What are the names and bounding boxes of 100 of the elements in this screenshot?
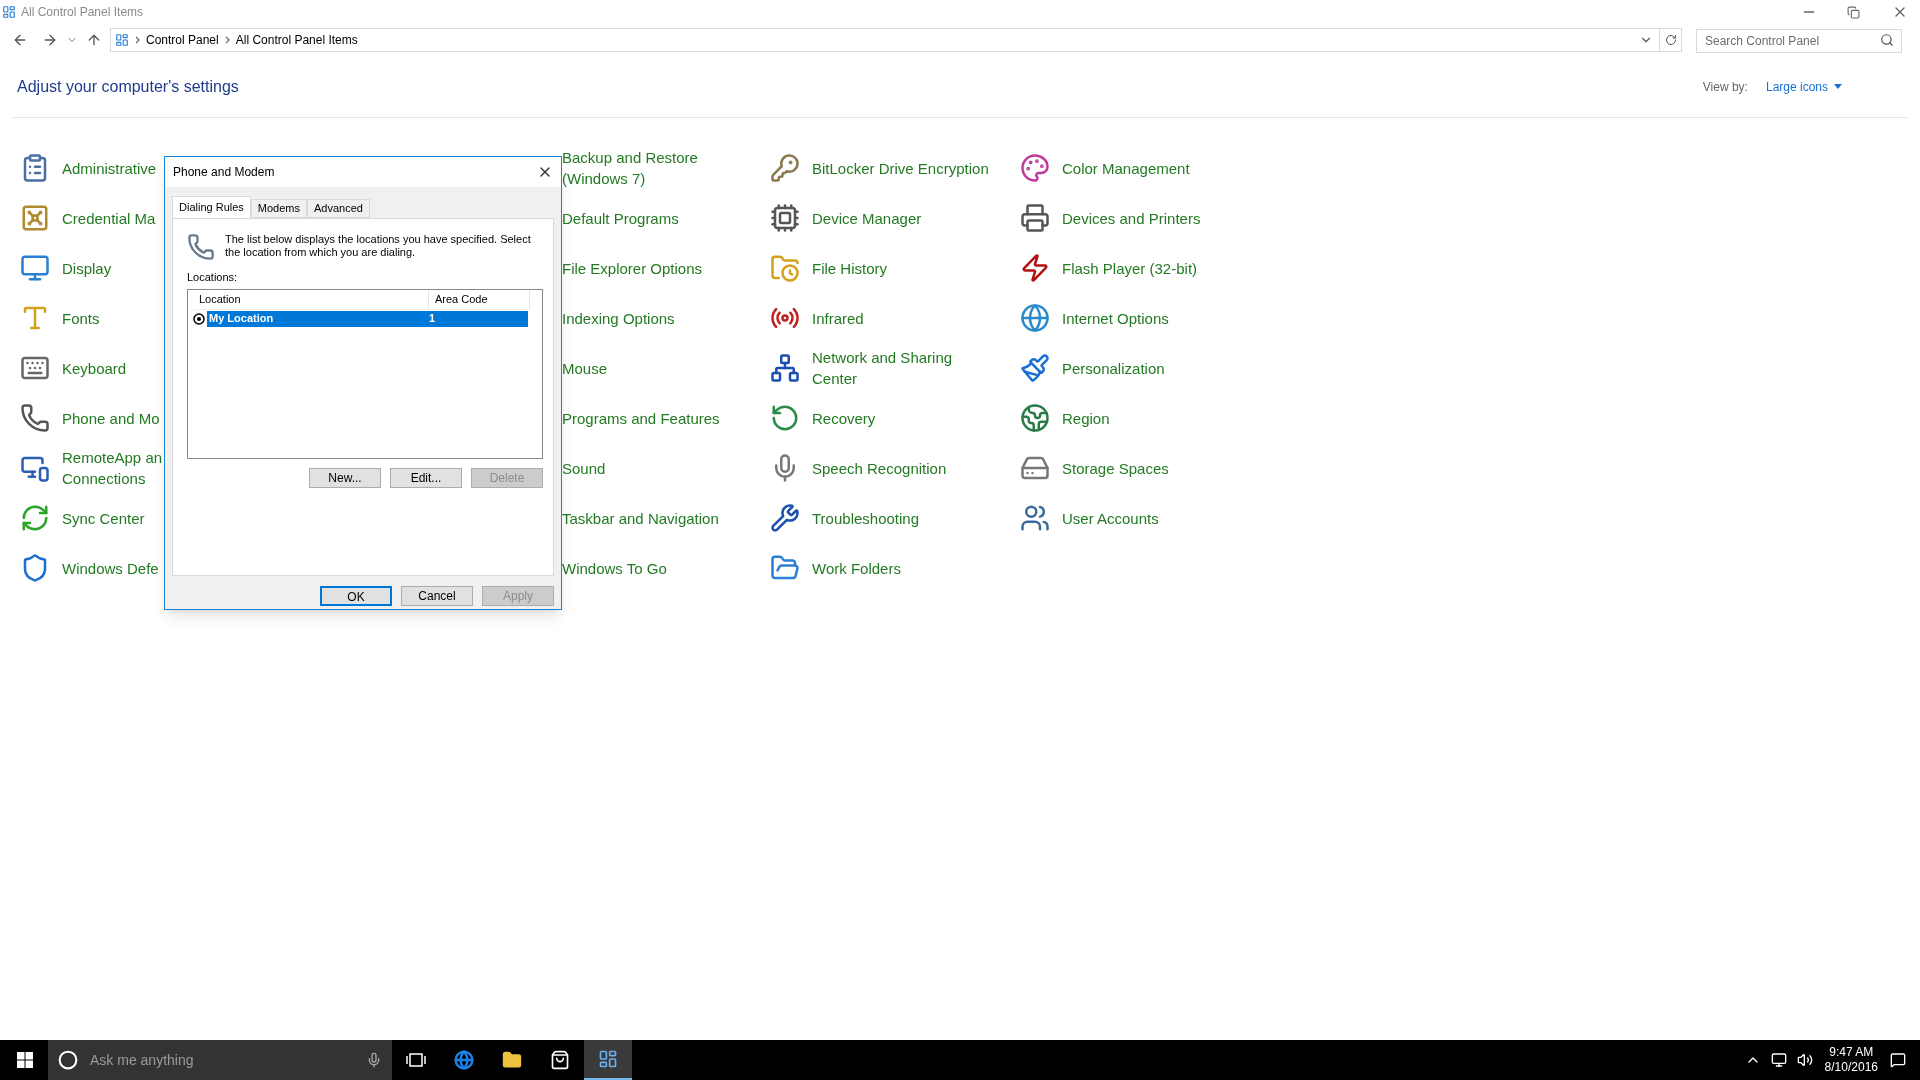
control-panel-item[interactable]: Device Manager xyxy=(812,207,922,229)
globe-icon[interactable] xyxy=(1020,303,1050,333)
dialog-button[interactable]: OK xyxy=(320,586,392,606)
control-panel-item[interactable]: Backup and Restore (Windows 7) xyxy=(562,147,698,189)
notifications-icon[interactable] xyxy=(1890,1052,1906,1068)
dialog-title: Phone and Modem xyxy=(173,164,275,181)
dialog-description: The list below displays the locations you have specified. Select the location from which you are dialing. xyxy=(225,233,532,259)
clock-date[interactable]: 8/10/2016 xyxy=(1824,1060,1878,1075)
window-title: All Control Panel Items xyxy=(21,4,144,21)
monitor-icon[interactable] xyxy=(20,253,50,283)
dropdown-triangle-icon xyxy=(1834,84,1842,89)
restore-icon[interactable] xyxy=(1847,5,1860,19)
control-panel-item[interactable]: File History xyxy=(812,257,887,279)
address-bar[interactable]: Control Panel All Control Panel Items xyxy=(110,28,1682,52)
chevron-right-icon xyxy=(135,36,140,44)
search-field[interactable]: Search Control Panel xyxy=(1696,29,1902,53)
control-panel-item[interactable]: File Explorer Options xyxy=(562,257,703,279)
users-icon[interactable] xyxy=(1020,503,1050,533)
store-icon[interactable] xyxy=(550,1050,570,1070)
device-icon[interactable] xyxy=(770,203,800,233)
back-icon[interactable] xyxy=(12,32,28,48)
control-panel-item[interactable]: Mouse xyxy=(562,357,608,379)
dialog-tab[interactable]: Dialing Rules xyxy=(172,196,251,218)
recovery-icon[interactable] xyxy=(770,403,800,433)
control-panel-item[interactable]: Devices and Printers xyxy=(1062,207,1201,229)
view-by-label: View by: xyxy=(1702,78,1748,96)
control-panel-item[interactable]: Credential Ma xyxy=(62,207,156,229)
control-panel-item[interactable]: User Accounts xyxy=(1062,507,1159,529)
control-panel-item[interactable]: Administrative xyxy=(62,157,157,179)
browser-icon[interactable] xyxy=(454,1050,474,1070)
control-panel-item[interactable]: Programs and Features xyxy=(562,407,720,429)
palette-icon[interactable] xyxy=(1020,153,1050,183)
control-panel-item[interactable]: RemoteApp an Connections xyxy=(62,447,163,489)
chevron-right-icon xyxy=(224,36,230,44)
control-panel-item[interactable]: Color Management xyxy=(1062,157,1190,179)
control-panel-icon xyxy=(115,33,129,47)
locations-label: Locations: xyxy=(187,270,239,285)
control-panel-item[interactable]: Flash Player (32-bit) xyxy=(1062,257,1198,279)
control-panel-item[interactable]: Keyboard xyxy=(62,357,127,379)
search-icon[interactable] xyxy=(1880,33,1894,47)
dialog-tab[interactable]: Advanced xyxy=(307,199,370,218)
telephone-icon xyxy=(187,233,215,261)
control-panel-item[interactable]: Region xyxy=(1062,407,1110,429)
dialog-button[interactable]: New... xyxy=(309,467,381,488)
control-panel-item[interactable]: Speech Recognition xyxy=(812,457,947,479)
dialog-button[interactable]: Cancel xyxy=(401,586,473,606)
refresh-icon[interactable] xyxy=(1664,34,1677,46)
control-panel-item[interactable]: Work Folders xyxy=(812,557,901,579)
dialog-button[interactable]: Edit... xyxy=(390,467,462,488)
volume-icon[interactable] xyxy=(1796,1052,1813,1068)
cortana-icon xyxy=(58,1050,78,1070)
telephone-icon[interactable] xyxy=(20,403,50,433)
microphone-icon[interactable] xyxy=(366,1052,382,1068)
breadcrumb[interactable]: All Control Panel Items xyxy=(235,31,358,49)
dialog-tab[interactable]: Modems xyxy=(250,199,307,218)
wrench-icon[interactable] xyxy=(770,503,800,533)
taskbar-search-field[interactable]: Ask me anything xyxy=(48,1040,392,1080)
control-panel-item[interactable]: Sync Center xyxy=(62,507,145,529)
control-panel-icon xyxy=(2,5,16,19)
clock-time[interactable]: 9:47 AM xyxy=(1829,1045,1874,1060)
sync-icon[interactable] xyxy=(20,503,50,533)
flash-icon[interactable] xyxy=(1020,253,1050,283)
printer-icon[interactable] xyxy=(1020,203,1050,233)
up-icon[interactable] xyxy=(86,32,102,48)
control-panel-item[interactable]: Windows To Go xyxy=(562,557,667,579)
page-heading: Adjust your computer's settings xyxy=(17,76,239,97)
task-view-icon[interactable] xyxy=(406,1052,426,1068)
control-panel-item[interactable]: BitLocker Drive Encryption xyxy=(812,157,989,179)
control-panel-item[interactable]: Phone and Mo xyxy=(62,407,160,429)
taskbar-app-button[interactable] xyxy=(584,1040,632,1080)
default-location-icon xyxy=(193,312,205,325)
control-panel-item[interactable]: Taskbar and Navigation xyxy=(562,507,719,529)
column-header[interactable]: Location xyxy=(193,289,429,309)
folder-icon[interactable] xyxy=(502,1050,522,1070)
control-panel-item[interactable]: Internet Options xyxy=(1062,307,1169,329)
network-icon[interactable] xyxy=(1770,1052,1787,1068)
control-panel-icon xyxy=(598,1049,618,1069)
earth-icon[interactable] xyxy=(1020,403,1050,433)
network-icon[interactable] xyxy=(770,353,800,383)
view-by-dropdown[interactable]: Large icons xyxy=(1765,77,1842,96)
control-panel-item[interactable]: Default Programs xyxy=(562,207,679,229)
brush-icon[interactable] xyxy=(1020,353,1050,383)
forward-icon[interactable] xyxy=(42,32,58,48)
key-icon[interactable] xyxy=(770,153,800,183)
control-panel-item[interactable]: Sound xyxy=(562,457,606,479)
control-panel-item[interactable]: Personalization xyxy=(1062,357,1165,379)
control-panel-item[interactable]: Network and Sharing Center xyxy=(812,347,953,389)
control-panel-item[interactable]: Infrared xyxy=(812,307,864,329)
breadcrumb[interactable]: Control Panel xyxy=(146,31,219,49)
column-header[interactable]: Area Code xyxy=(429,289,530,309)
control-panel-item[interactable]: Recovery xyxy=(812,407,876,429)
windows-logo-icon[interactable] xyxy=(17,1052,33,1068)
safe-icon[interactable] xyxy=(20,203,50,233)
control-panel-item[interactable]: Troubleshooting xyxy=(812,507,919,529)
control-panel-item[interactable]: Display xyxy=(62,257,112,279)
control-panel-item[interactable]: Storage Spaces xyxy=(1062,457,1169,479)
control-panel-item[interactable]: Indexing Options xyxy=(562,307,675,329)
location-row[interactable]: My Location 1 xyxy=(207,310,528,327)
control-panel-item[interactable]: Windows Defe xyxy=(62,557,159,579)
control-panel-item[interactable]: Fonts xyxy=(62,307,100,329)
